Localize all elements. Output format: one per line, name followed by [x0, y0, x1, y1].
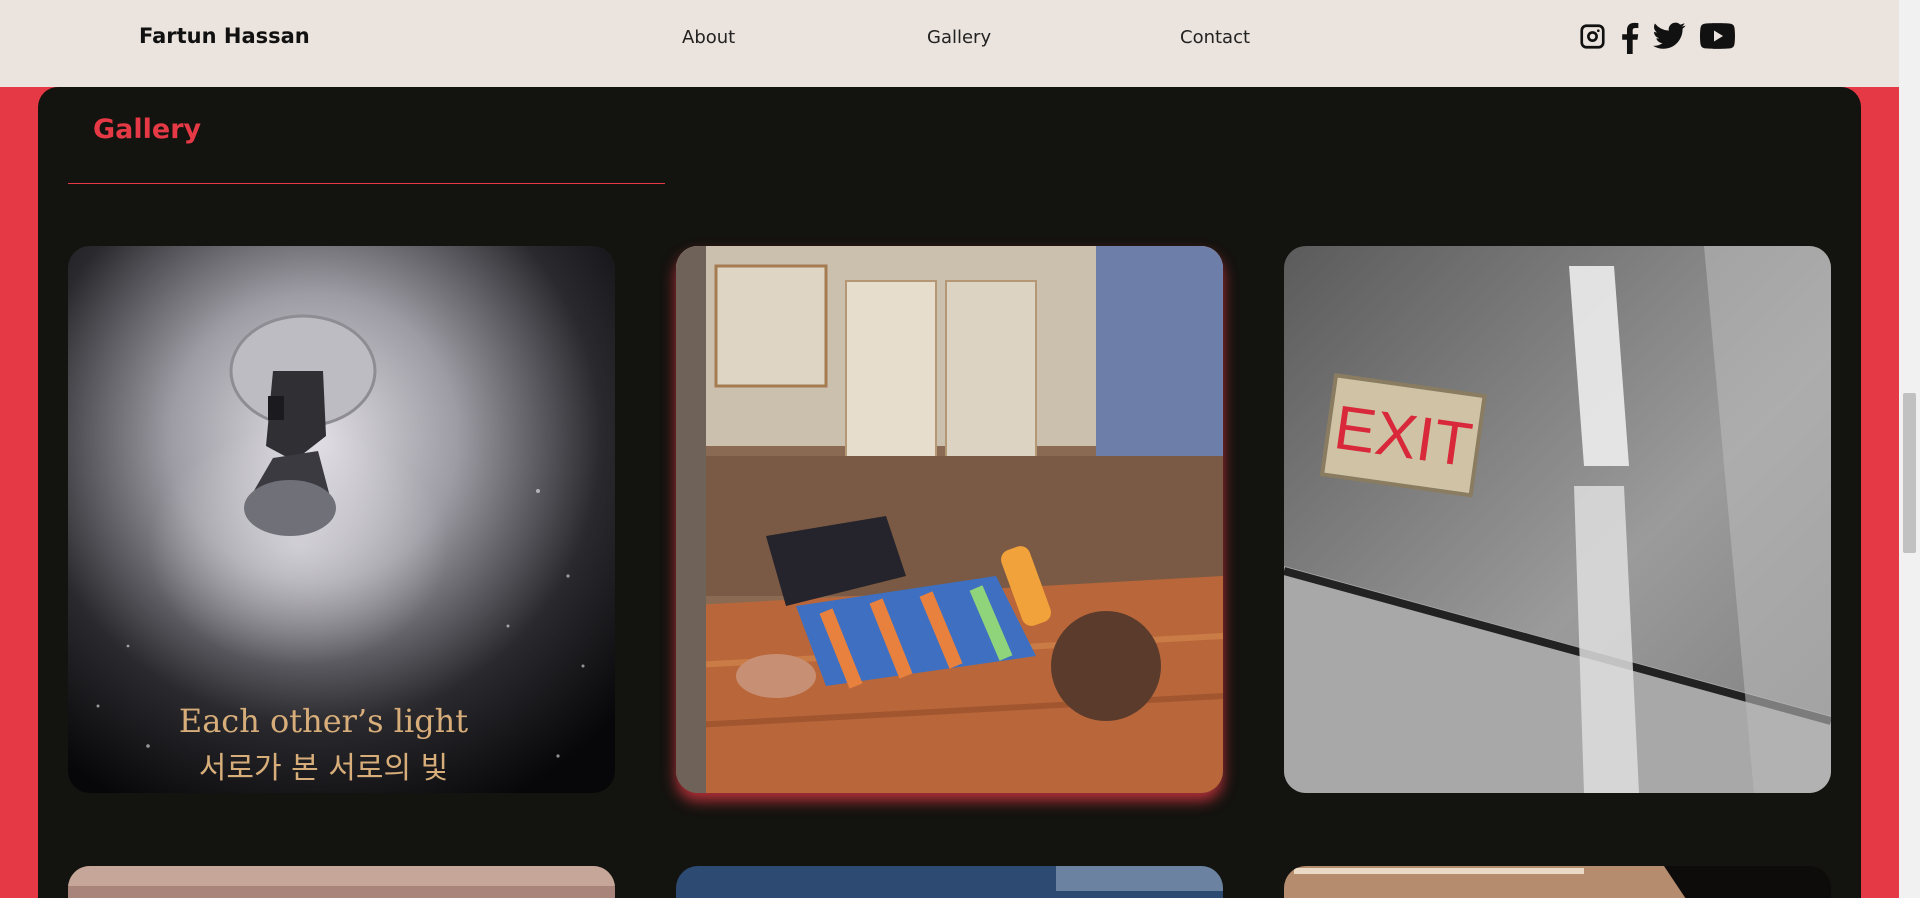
brand-name[interactable]: Fartun Hassan — [139, 24, 310, 48]
gallery-section: Gallery Each other’s light 서로가 본 서로의 빛 E… — [38, 87, 1861, 898]
scrollbar-thumb[interactable] — [1903, 393, 1916, 553]
twitter-icon[interactable] — [1653, 22, 1686, 54]
nav-contact[interactable]: Contact — [1180, 27, 1250, 48]
image-caption-korean: 서로가 본 서로의 빛 — [198, 751, 449, 786]
gallery-image-light[interactable]: Each other’s light 서로가 본 서로의 빛 — [68, 246, 615, 793]
page-scrollbar[interactable] — [1899, 0, 1920, 898]
gallery-divider — [68, 183, 665, 184]
gallery-title: Gallery — [93, 114, 202, 145]
gallery-image-blue[interactable] — [676, 866, 1223, 898]
site-header: Fartun Hassan About Gallery Contact — [0, 0, 1899, 87]
youtube-icon[interactable] — [1700, 22, 1735, 54]
instagram-icon[interactable] — [1578, 22, 1607, 54]
nav-about[interactable]: About — [682, 27, 735, 48]
facebook-icon[interactable] — [1621, 22, 1639, 54]
nav-gallery[interactable]: Gallery — [927, 27, 991, 48]
gallery-image-child[interactable] — [676, 246, 1223, 793]
social-links — [1578, 22, 1735, 54]
gallery-image-exit[interactable]: EXIT — [1284, 246, 1831, 793]
gallery-image-book[interactable] — [1284, 866, 1831, 898]
image-caption-english: Each other’s light — [178, 702, 469, 740]
gallery-image-sky[interactable] — [68, 866, 615, 898]
